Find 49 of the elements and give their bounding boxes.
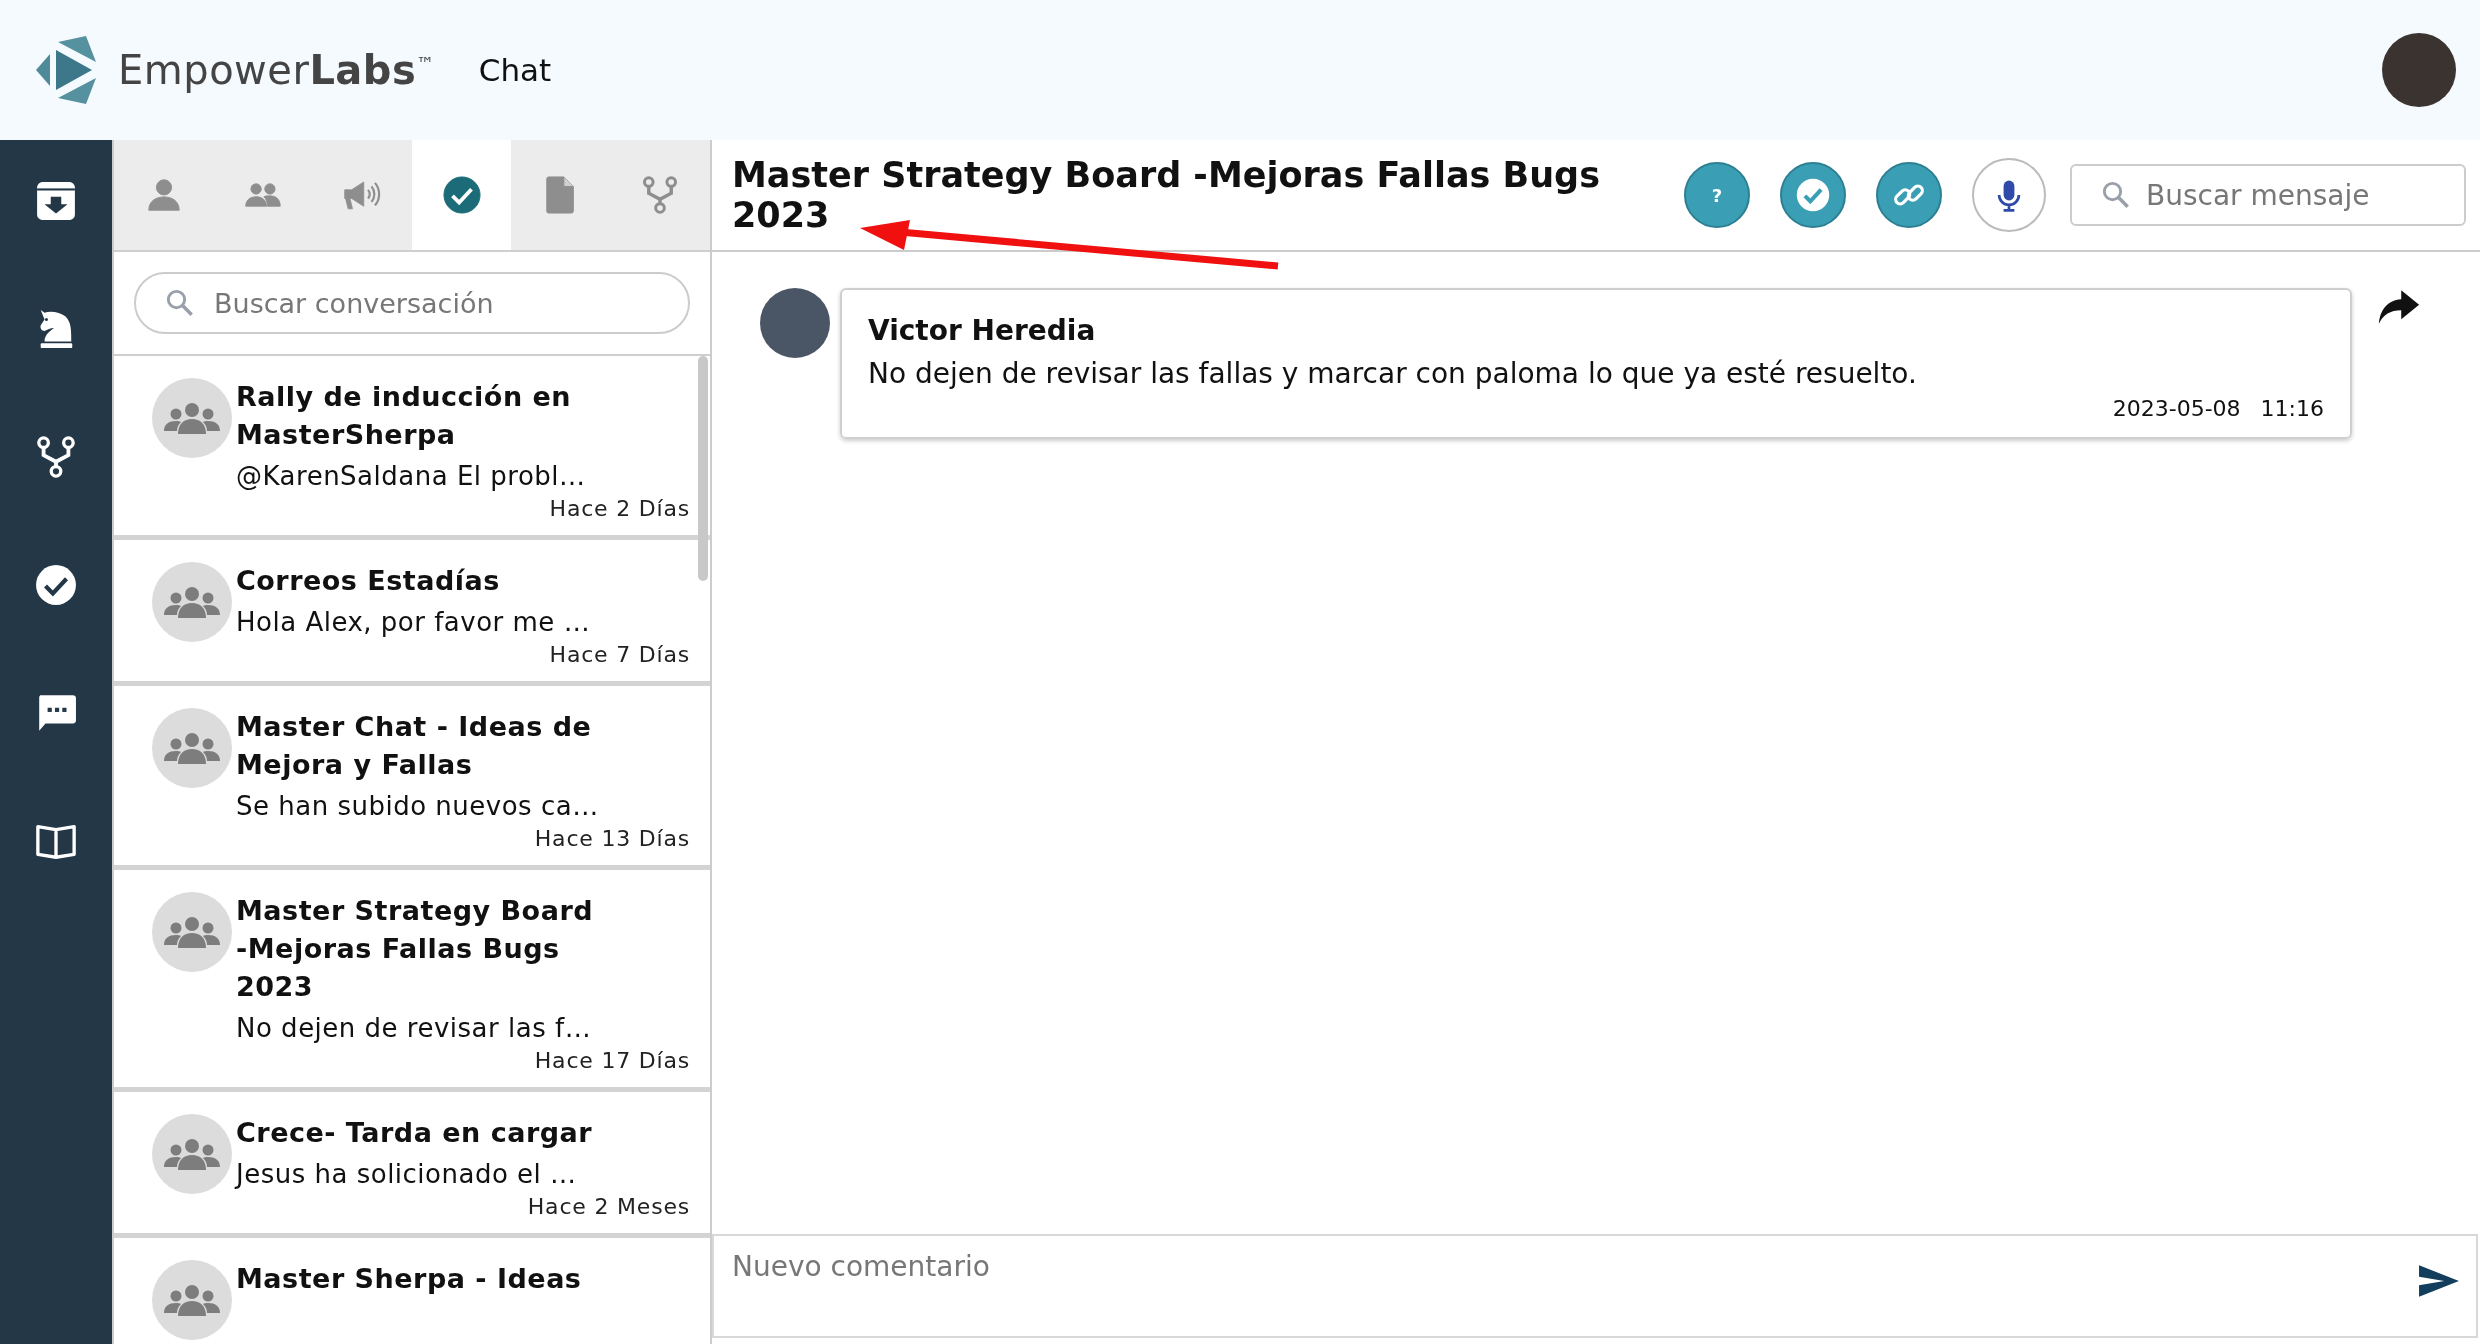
section-title: Chat	[478, 52, 552, 88]
message-date: 2023-05-08	[2112, 396, 2241, 421]
message-text: No dejen de revisar las fallas y marcar con paloma lo que ya esté resuelto.	[868, 357, 1918, 390]
conversation-preview: No dejen de revisar las f…	[236, 1012, 593, 1045]
conversation-time: Hace 7 Días	[549, 642, 690, 667]
brand-name: EmpowerLabs$^{™}$	[118, 47, 435, 93]
conversation-title: Correos Estadías	[236, 564, 501, 598]
message-time: 11:16	[2260, 396, 2324, 421]
conversation-title: Master Chat - Ideas de Mejora y Fallas	[236, 710, 593, 782]
conversation-item[interactable]: Master Sherpa - Ideas	[114, 1238, 710, 1344]
conversation-item[interactable]: Correos Estadías Hola Alex, por favor me … Hace 7 Días	[114, 540, 710, 686]
fork-icon[interactable]	[35, 436, 77, 478]
fork-icon	[641, 176, 680, 214]
check-circle-icon	[442, 176, 481, 214]
scrollbar[interactable]	[698, 356, 708, 581]
conversation-title: Crece- Tarda en cargar	[236, 1116, 594, 1150]
conversation-preview: Se han subido nuevos ca…	[236, 790, 600, 823]
group-avatar-icon	[152, 1114, 232, 1194]
conversation-item[interactable]: Master Strategy Board -Mejoras Fallas Bugs 2023 No dejen de revisar las f… Hace 17 Días	[114, 870, 710, 1092]
conversation-time: Hace 13 Días	[534, 826, 690, 851]
chat-title: Master Strategy Board -Mejoras Fallas Bugs 2023	[732, 155, 1601, 235]
conversation-title: Master Strategy Board -Mejoras Fallas Bugs 2023	[236, 894, 595, 1004]
search-icon	[166, 289, 194, 317]
search-icon	[2102, 181, 2130, 209]
check-circle-icon	[1795, 177, 1831, 213]
conversation-time: Hace 17 Días	[534, 1048, 690, 1073]
group-avatar-icon	[152, 708, 232, 788]
conversation-time: Hace 2 Meses	[527, 1194, 690, 1219]
message-search-field[interactable]: Buscar mensaje	[2070, 164, 2466, 226]
group-avatar-icon	[152, 1260, 232, 1340]
check-circle-icon[interactable]	[35, 564, 77, 606]
filter-tab[interactable]	[412, 140, 512, 250]
conversation-preview: Jesus ha solicionado el …	[236, 1158, 578, 1191]
archive-icon[interactable]	[35, 180, 77, 222]
conversation-title: Master Sherpa - Ideas	[236, 1262, 583, 1296]
comment-field[interactable]: Nuevo comentario	[712, 1234, 2478, 1338]
group-avatar-icon	[152, 892, 232, 972]
conversation-item[interactable]: Master Chat - Ideas de Mejora y Fallas Se han subido nuevos ca… Hace 13 Días	[114, 686, 710, 870]
forward-arrow-icon[interactable]	[2376, 288, 2422, 326]
conversation-search-field[interactable]: Buscar conversación	[134, 272, 690, 334]
conversation-preview: @KarenSaldana El probl…	[236, 460, 587, 493]
send-icon[interactable]	[2418, 1264, 2460, 1298]
conversation-item[interactable]: Crece- Tarda en cargar Jesus ha solicionado el … Hace 2 Meses	[114, 1092, 710, 1238]
conversation-title: Rally de inducción en MasterSherpa	[236, 380, 573, 452]
group-avatar-icon	[152, 378, 232, 458]
conversation-preview: Hola Alex, por favor me …	[236, 606, 592, 639]
conversation-time: Hace 2 Días	[549, 496, 690, 521]
message-author: Victor Heredia	[868, 314, 1097, 347]
group-avatar-icon	[152, 562, 232, 642]
